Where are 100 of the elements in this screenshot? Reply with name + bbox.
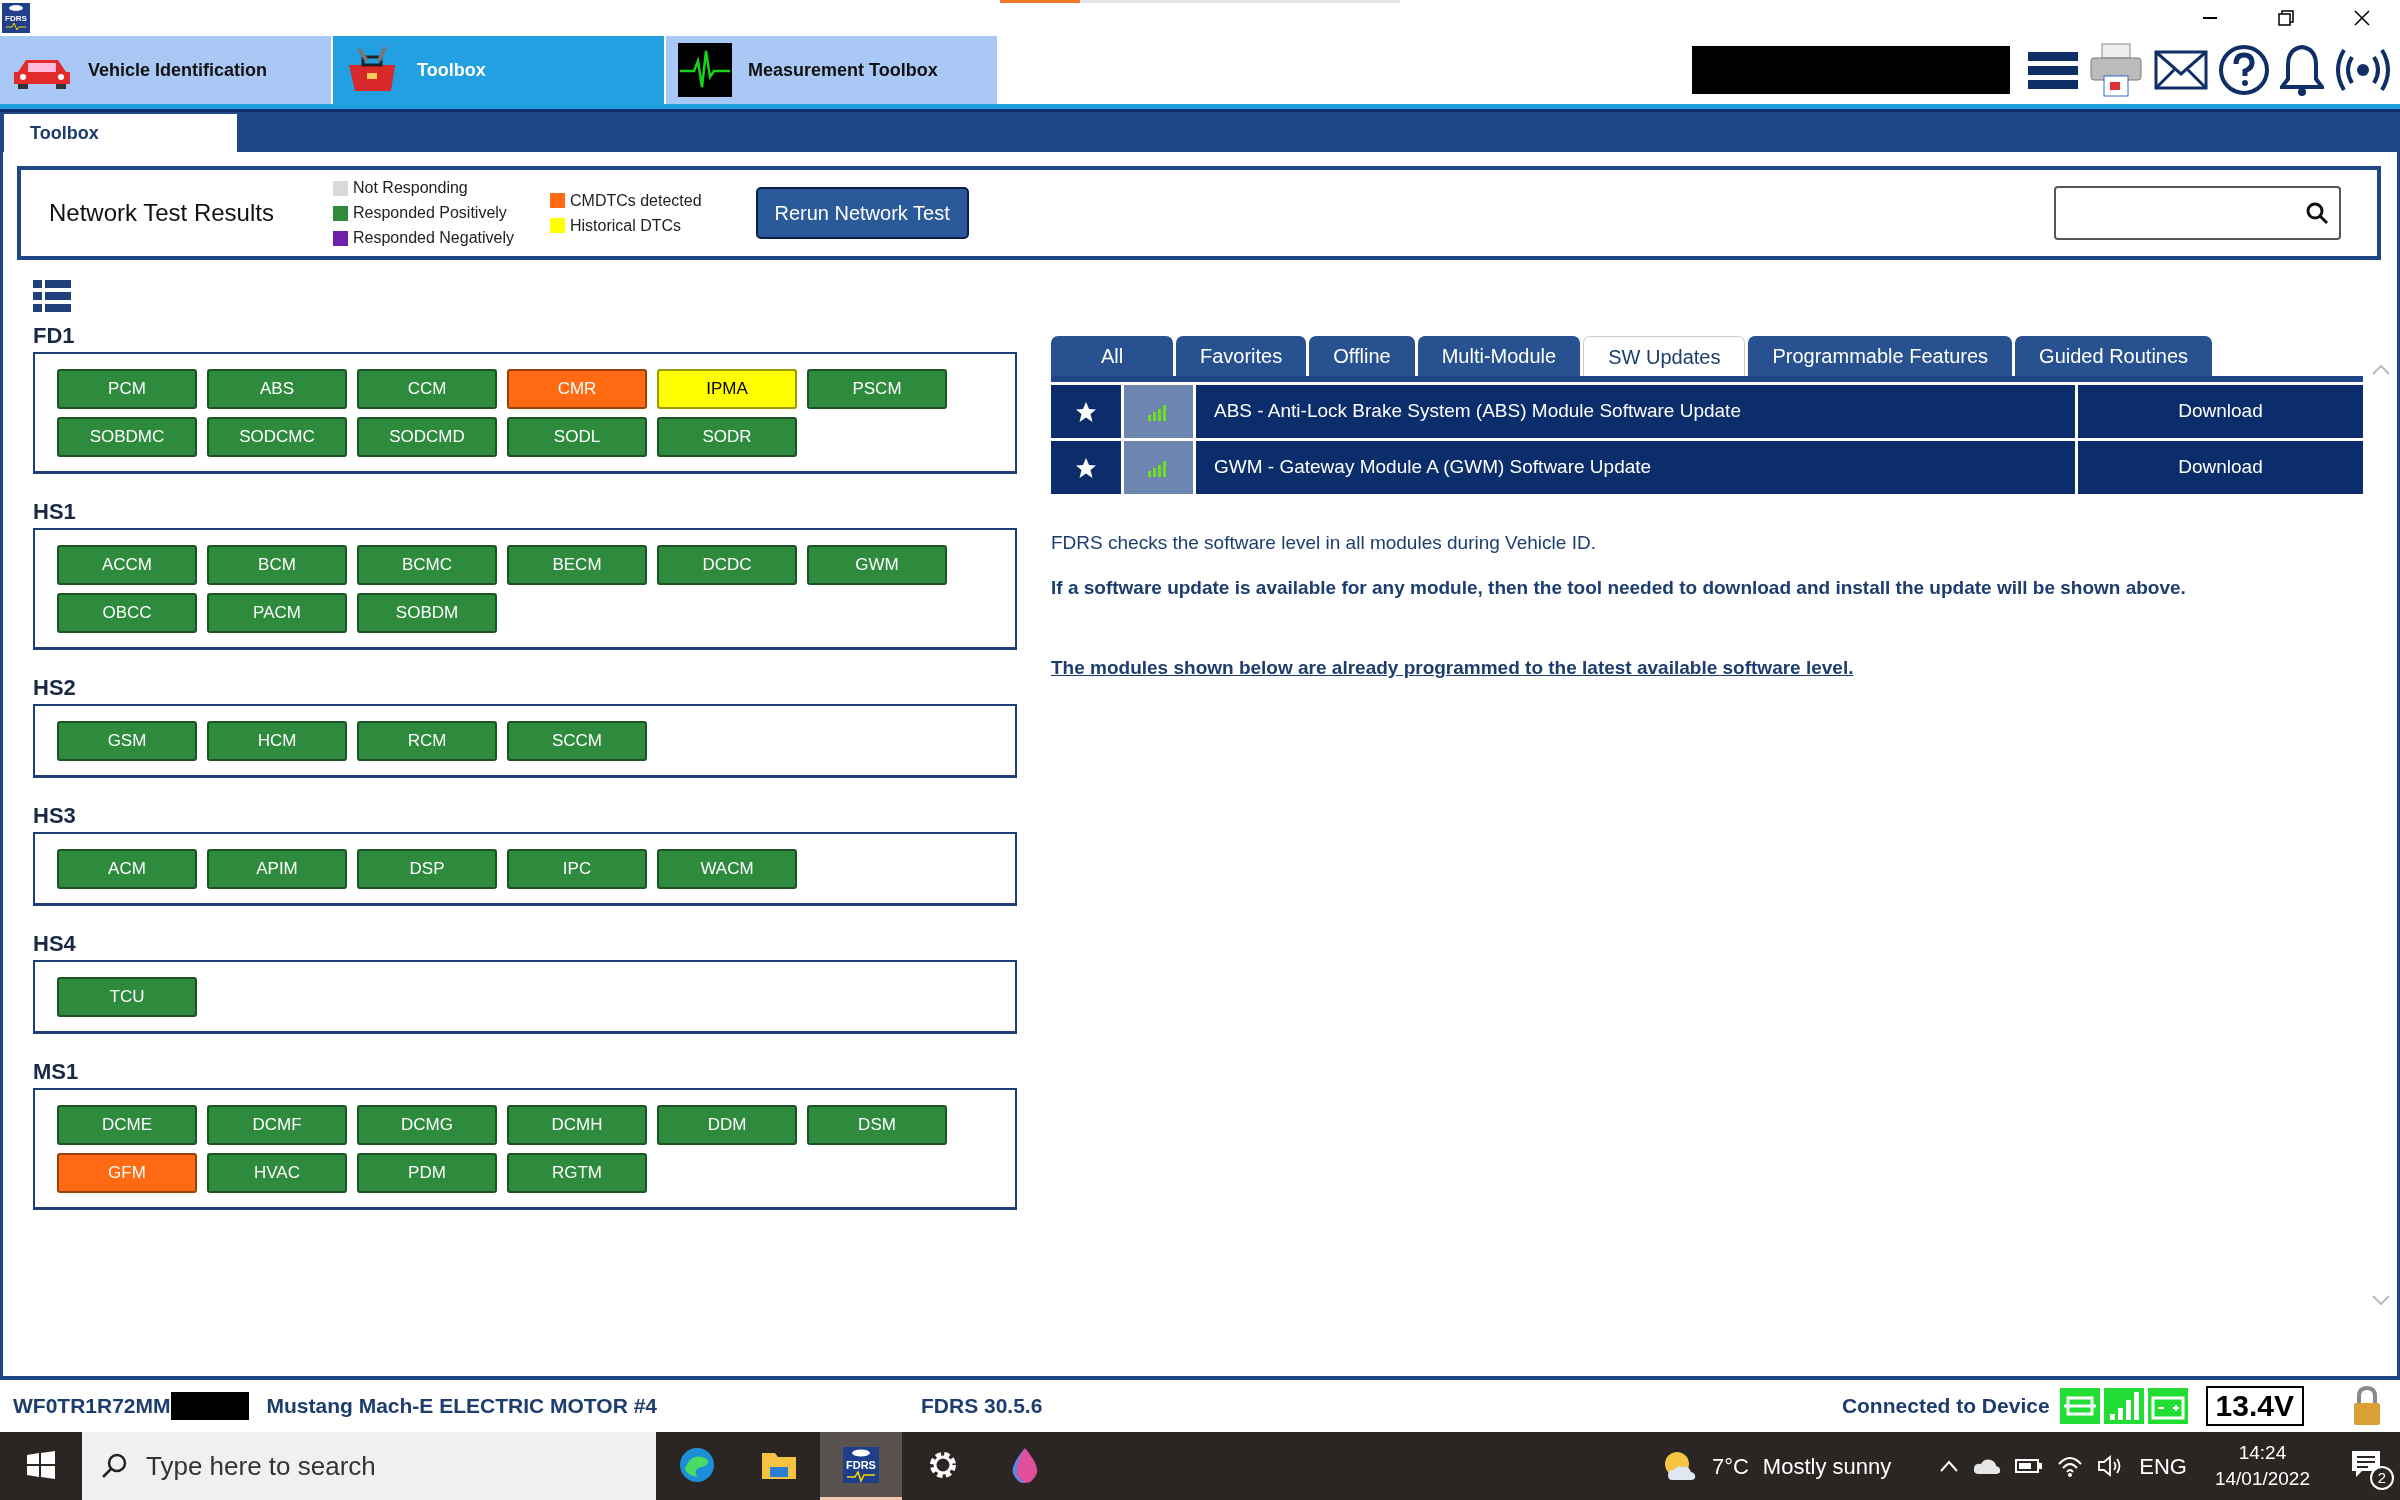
info-text: If a software update is available for any module, then the tool needed to download and install the update will be shown above. xyxy=(1051,575,2187,600)
module-button[interactable]: DCMH xyxy=(507,1105,647,1145)
language-indicator: ENG xyxy=(2139,1452,2187,1481)
module-button[interactable]: SODCMD xyxy=(357,417,497,457)
module-button[interactable]: ACCM xyxy=(57,545,197,585)
module-tab[interactable]: Favorites xyxy=(1176,336,1307,376)
module-button[interactable]: DCMG xyxy=(357,1105,497,1145)
notification-badge: 2 xyxy=(2370,1466,2394,1490)
download-button[interactable]: Download xyxy=(2078,441,2363,494)
module-button[interactable]: OBCC xyxy=(57,593,197,633)
nav-tab[interactable]: Vehicle Identification xyxy=(0,36,331,104)
module-tab[interactable]: Multi-Module xyxy=(1417,336,1581,376)
taskbar-app[interactable]: FDRS xyxy=(820,1432,902,1500)
download-button[interactable]: Download xyxy=(2078,385,2363,438)
rerun-button[interactable]: Rerun Network Test xyxy=(755,187,969,239)
module-button[interactable]: ACM xyxy=(57,849,197,889)
list-view-icon[interactable] xyxy=(33,280,71,312)
network-label: HS2 xyxy=(33,674,77,702)
bell-icon[interactable] xyxy=(2280,43,2324,97)
nav-tab[interactable]: Measurement Toolbox xyxy=(666,36,997,104)
taskbar-search-field[interactable]: Type here to search xyxy=(82,1432,656,1500)
module-button[interactable]: ABS xyxy=(207,369,347,409)
star-icon xyxy=(1075,400,1097,423)
module-button[interactable]: GFM xyxy=(57,1153,197,1193)
module-button[interactable]: SODCMC xyxy=(207,417,347,457)
module-button[interactable]: BCM xyxy=(207,545,347,585)
battery-status-icon[interactable] xyxy=(2015,1458,2044,1474)
module-button[interactable]: SOBDMC xyxy=(57,417,197,457)
windows-logo-icon xyxy=(27,1450,55,1479)
network-label: FD1 xyxy=(33,322,76,350)
module-button[interactable]: HCM xyxy=(207,721,347,761)
module-button[interactable]: GSM xyxy=(57,721,197,761)
connection-status: Connected to Device xyxy=(1841,1393,2050,1420)
voltage-reading: 13.4V xyxy=(2205,1386,2304,1426)
module-button[interactable]: SODL xyxy=(507,417,647,457)
module-button[interactable]: BCMC xyxy=(357,545,497,585)
module-tab[interactable]: Guided Routines xyxy=(2015,336,2213,376)
module-button[interactable]: RGTM xyxy=(507,1153,647,1193)
network-label: HS3 xyxy=(33,802,77,830)
wifi-icon[interactable] xyxy=(2057,1454,2084,1478)
search-field[interactable] xyxy=(2054,186,2341,240)
legend-label: Not Responding xyxy=(353,178,468,198)
restore-icon xyxy=(2275,7,2297,29)
module-button[interactable]: SODR xyxy=(657,417,797,457)
mail-icon[interactable] xyxy=(2154,50,2208,90)
legend-label: Responded Negatively xyxy=(353,228,514,248)
module-button[interactable]: HVAC xyxy=(207,1153,347,1193)
chevron-up-icon[interactable] xyxy=(1939,1460,1960,1472)
module-button[interactable]: RCM xyxy=(357,721,497,761)
broadcast-icon[interactable] xyxy=(2334,47,2392,93)
waveform-icon xyxy=(678,43,732,97)
info-link[interactable]: The modules shown below are already programmed to the latest available software level. xyxy=(1051,654,1854,683)
module-button[interactable]: PACM xyxy=(207,593,347,633)
module-button[interactable]: IPC xyxy=(507,849,647,889)
vehicle-name: Mustang Mach-E ELECTRIC MOTOR #4 xyxy=(266,1393,657,1420)
help-icon[interactable] xyxy=(2218,44,2270,96)
network-label: HS4 xyxy=(33,930,77,958)
module-button[interactable]: DSM xyxy=(807,1105,947,1145)
update-title: ABS - Anti-Lock Brake System (ABS) Module Software Update xyxy=(1196,385,2075,438)
module-button[interactable]: DCDC xyxy=(657,545,797,585)
module-tab[interactable]: Offline xyxy=(1309,336,1415,376)
module-button[interactable]: PCM xyxy=(57,369,197,409)
temperature-text: 7°C xyxy=(1711,1452,1749,1481)
module-tab[interactable]: SW Updates xyxy=(1583,336,1746,376)
network-label: MS1 xyxy=(33,1058,80,1086)
module-button[interactable]: DDM xyxy=(657,1105,797,1145)
module-button[interactable]: PSCM xyxy=(807,369,947,409)
module-tab[interactable]: Programmable Features xyxy=(1748,336,2013,376)
module-button[interactable]: CMR xyxy=(507,369,647,409)
update-title: GWM - Gateway Module A (GWM) Software Update xyxy=(1196,441,2075,494)
module-button[interactable]: APIM xyxy=(207,849,347,889)
version-text: FDRS 30.5.6 xyxy=(921,1393,1043,1420)
favorite-button[interactable] xyxy=(1051,441,1121,494)
legend-label: Historical DTCs xyxy=(570,215,682,236)
legend-label: Responded Positively xyxy=(353,203,507,223)
module-button[interactable]: SCCM xyxy=(507,721,647,761)
vin-text: WF0TR1R72MM xyxy=(13,1393,171,1420)
module-button[interactable]: WACM xyxy=(657,849,797,889)
module-button[interactable]: DCME xyxy=(57,1105,197,1145)
module-button[interactable]: GWM xyxy=(807,545,947,585)
module-button[interactable]: IPMA xyxy=(657,369,797,409)
module-tab[interactable]: All xyxy=(1051,336,1173,376)
module-button[interactable]: DCMF xyxy=(207,1105,347,1145)
module-button[interactable]: CCM xyxy=(357,369,497,409)
menu-icon[interactable] xyxy=(2028,50,2078,90)
panel-title: Network Test Results xyxy=(49,198,275,228)
favorite-button[interactable] xyxy=(1051,385,1121,438)
printer-icon[interactable] xyxy=(2088,42,2144,98)
module-button[interactable]: SOBDM xyxy=(357,593,497,633)
page-tab[interactable]: Toolbox xyxy=(4,114,237,152)
module-button[interactable]: BECM xyxy=(507,545,647,585)
minimize-icon xyxy=(2203,17,2217,19)
search-icon xyxy=(2305,201,2329,225)
module-button[interactable]: PDM xyxy=(357,1153,497,1193)
module-button[interactable]: DSP xyxy=(357,849,497,889)
clock[interactable]: 14:24 14/01/2022 xyxy=(2214,1440,2310,1492)
module-button[interactable]: TCU xyxy=(57,977,197,1017)
nav-tab[interactable]: Toolbox xyxy=(333,36,664,104)
network-label: HS1 xyxy=(33,498,77,526)
cloud-icon[interactable] xyxy=(1973,1457,2002,1475)
